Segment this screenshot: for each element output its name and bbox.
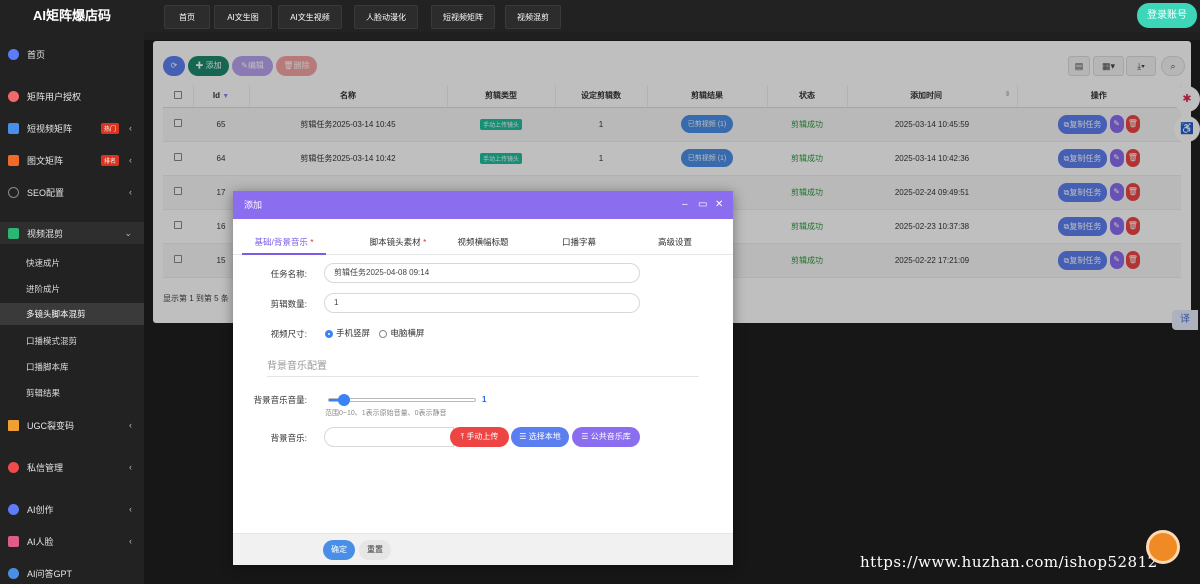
confirm-button[interactable]: 确定 <box>323 540 355 560</box>
size-radio-group: 手机竖屏 电脑横屏 <box>325 327 424 339</box>
sidebar-item-seo[interactable]: SEO配置 ‹ <box>0 181 144 203</box>
chevron-down-icon: ⌄ <box>124 227 132 238</box>
sidebar-item-video-matrix[interactable]: 短视频矩阵 热门 ‹ <box>0 117 144 139</box>
chevron-left-icon: ‹ <box>129 123 132 133</box>
task-name-input[interactable]: 剪辑任务2025-04-08 09:14 <box>324 263 640 283</box>
volume-slider-handle[interactable] <box>337 394 350 406</box>
count-label: 剪辑数量: <box>270 299 307 309</box>
sidebar-item-ai-face[interactable]: AI人脸 ‹ <box>0 530 144 552</box>
sidebar-sub-multi-shot[interactable]: 多镜头脚本混剪 <box>0 303 144 325</box>
chevron-left-icon: ‹ <box>129 462 132 472</box>
tab-subtitles[interactable]: 口播字幕 <box>545 235 613 255</box>
maximize-icon[interactable]: ▭ <box>698 191 707 219</box>
size-label: 视频尺寸: <box>270 329 307 339</box>
tab-banner-title[interactable]: 视频横幅标题 <box>445 235 521 255</box>
sidebar-sub-quick[interactable]: 快速成片 <box>0 252 144 274</box>
home-icon <box>8 48 19 60</box>
gpt-icon <box>8 567 19 579</box>
chevron-left-icon: ‹ <box>129 187 132 197</box>
sidebar-item-home[interactable]: 首页 <box>0 43 144 65</box>
upload-button[interactable]: ⤒ 手动上传 <box>450 427 509 447</box>
tab-face-anime[interactable]: 人脸动漫化 <box>354 5 418 29</box>
ai-create-icon <box>8 503 19 515</box>
upload-icon: ⤒ <box>460 432 465 441</box>
dialog-title: 添加 <box>244 200 263 210</box>
customer-service-icon[interactable] <box>1146 530 1180 564</box>
radio-landscape[interactable]: 电脑横屏 <box>379 328 424 338</box>
list-icon: ☰ <box>581 432 589 441</box>
sidebar-sub-script-lib[interactable]: 口播脚本库 <box>0 356 144 378</box>
sidebar-item-user-auth[interactable]: 矩阵用户授权 <box>0 85 144 107</box>
tab-script-shots[interactable]: 脚本镜头素材 * <box>348 235 448 255</box>
dialog-header: 添加 – ▭ ✕ <box>233 191 733 219</box>
rank-badge: 排名 <box>101 155 120 166</box>
sidebar-item-messages[interactable]: 私信管理 ‹ <box>0 456 144 478</box>
message-icon <box>8 461 19 473</box>
sidebar-item-ai-create[interactable]: AI创作 ‹ <box>0 498 144 520</box>
dialog-tabs: 基础/背景音乐 * 脚本镜头素材 * 视频横幅标题 口播字幕 高级设置 <box>233 235 733 255</box>
qr-icon <box>8 419 19 431</box>
tab-basic-music[interactable]: 基础/背景音乐 * <box>242 235 326 255</box>
required-mark: * <box>423 237 427 247</box>
tab-video-matrix[interactable]: 短视频矩阵 <box>431 5 495 29</box>
sidebar-sub-voiceover-mix[interactable]: 口播模式混剪 <box>0 330 144 352</box>
radio-portrait[interactable]: 手机竖屏 <box>325 328 370 338</box>
dialog-footer: 确定 重置 <box>233 533 733 565</box>
sidebar-sub-results[interactable]: 剪辑结果 <box>0 382 144 404</box>
chevron-left-icon: ‹ <box>129 536 132 546</box>
reset-button[interactable]: 重置 <box>359 540 391 560</box>
video-mix-icon <box>8 227 19 239</box>
ai-face-icon <box>8 535 19 547</box>
chevron-left-icon: ‹ <box>129 420 132 430</box>
list-icon: ☰ <box>519 432 527 441</box>
close-icon[interactable]: ✕ <box>715 191 723 219</box>
top-bar: 首页 AI文生图 AI文生视频 人脸动漫化 短视频矩阵 视频混剪 <box>144 0 1200 32</box>
sidebar-item-ugc[interactable]: UGC裂变码 ‹ <box>0 414 144 436</box>
sidebar-sub-advanced[interactable]: 进阶成片 <box>0 278 144 300</box>
select-local-button[interactable]: ☰ 选择本地 <box>511 427 569 447</box>
task-name-label: 任务名称: <box>270 269 307 279</box>
chevron-left-icon: ‹ <box>129 504 132 514</box>
tab-ai-image[interactable]: AI文生图 <box>214 5 272 29</box>
tab-video-mix[interactable]: 视频混剪 <box>505 5 561 29</box>
volume-label: 背景音乐音量: <box>253 395 307 405</box>
tab-advanced[interactable]: 高级设置 <box>637 235 713 255</box>
count-input[interactable]: 1 <box>324 293 640 313</box>
video-matrix-icon <box>8 122 19 134</box>
volume-hint: 范围0~10、1表示原始音量、0表示静音 <box>325 410 447 417</box>
music-input[interactable] <box>324 427 454 447</box>
music-section-title: 背景音乐配置 <box>267 357 699 377</box>
radio-selected-icon <box>325 329 333 338</box>
required-mark: * <box>310 237 314 247</box>
image-text-icon <box>8 154 19 166</box>
tab-ai-video[interactable]: AI文生视频 <box>278 5 342 29</box>
sidebar-item-gpt[interactable]: AI问答GPT <box>0 562 144 584</box>
music-library-button[interactable]: ☰ 公共音乐库 <box>572 427 640 447</box>
add-dialog: 添加 – ▭ ✕ 基础/背景音乐 * 脚本镜头素材 * 视频横幅标题 口播字幕 … <box>233 191 733 565</box>
watermark: https://www.huzhan.com/ishop52812 <box>860 553 1158 571</box>
radio-icon <box>379 329 388 338</box>
login-button[interactable]: 登录账号 <box>1137 3 1197 28</box>
volume-slider[interactable] <box>328 394 476 406</box>
volume-value: 1 <box>482 395 487 404</box>
hot-badge: 热门 <box>101 123 120 134</box>
minimize-icon[interactable]: – <box>682 191 688 219</box>
chevron-left-icon: ‹ <box>129 155 132 165</box>
seo-icon <box>8 186 19 198</box>
tab-home[interactable]: 首页 <box>164 5 210 29</box>
user-auth-icon <box>8 90 19 102</box>
sidebar-item-image-text[interactable]: 图文矩阵 排名 ‹ <box>0 149 144 171</box>
music-label: 背景音乐: <box>270 433 307 443</box>
sidebar: AI矩阵爆店码 首页 矩阵用户授权 短视频矩阵 热门 ‹ 图文矩阵 排名 ‹ SEO配置… <box>0 0 144 584</box>
sidebar-item-video-mix[interactable]: 视频混剪 ⌄ <box>0 222 144 244</box>
app-logo: AI矩阵爆店码 <box>32 8 111 23</box>
